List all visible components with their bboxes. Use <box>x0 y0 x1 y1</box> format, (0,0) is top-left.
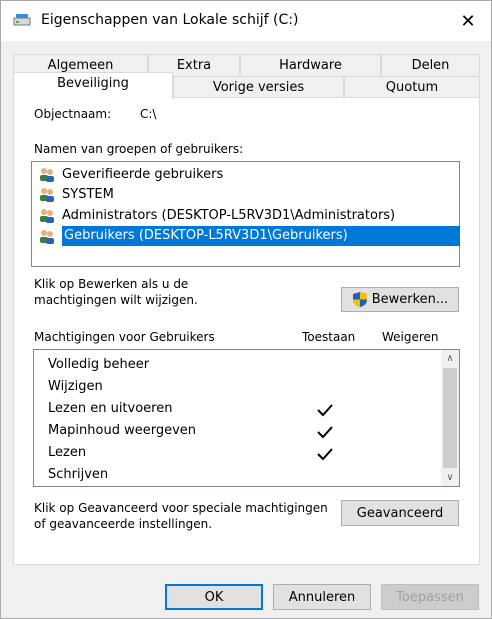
edit-hint-line2: machtigingen wilt wijzigen. <box>34 293 198 307</box>
ok-button[interactable]: OK <box>165 584 263 610</box>
tab-label: Extra <box>176 58 212 73</box>
advanced-button[interactable]: Geavanceerd <box>341 500 459 526</box>
object-name-value: C:\ <box>140 107 157 121</box>
permission-row: Lezen <box>48 442 86 464</box>
tab-label: Vorige versies <box>212 80 305 95</box>
tab-delen[interactable]: Delen <box>381 54 480 75</box>
list-item[interactable]: Geverifieerde gebruikers <box>38 164 223 184</box>
permission-name: Lezen <box>48 445 87 460</box>
properties-dialog: Eigenschappen van Lokale schijf (C:) ✕ A… <box>0 0 492 619</box>
permission-name: Schrijven <box>48 467 109 482</box>
list-item-selected[interactable]: Gebruikers (DESKTOP-L5RV3D1\Gebruikers) <box>38 226 460 246</box>
tab-label: Delen <box>411 58 450 73</box>
group-name: SYSTEM <box>62 186 114 202</box>
group-name: Administrators (DESKTOP-L5RV3D1\Administ… <box>62 207 396 223</box>
permission-name: Volledig beheer <box>48 357 150 372</box>
tab-row-2: Beveiliging Vorige versies Quotum <box>13 72 480 99</box>
apply-button-label: Toepassen <box>396 589 464 605</box>
list-item[interactable]: SYSTEM <box>38 184 114 204</box>
advanced-button-label: Geavanceerd <box>356 505 444 521</box>
edit-button[interactable]: Bewerken... <box>341 287 459 312</box>
tab-label: Hardware <box>279 58 342 73</box>
advanced-hint-line1: Klik op Geavanceerd voor speciale machti… <box>34 501 328 515</box>
title-bar: Eigenschappen van Lokale schijf (C:) ✕ <box>1 1 491 41</box>
permission-row: Lezen en uitvoeren <box>48 398 172 420</box>
edit-button-label: Bewerken... <box>371 292 449 307</box>
check-icon <box>317 404 333 417</box>
users-icon <box>40 168 54 182</box>
window-title: Eigenschappen van Lokale schijf (C:) <box>41 12 299 28</box>
list-item[interactable]: Administrators (DESKTOP-L5RV3D1\Administ… <box>38 205 395 225</box>
cancel-button-label: Annuleren <box>288 589 356 605</box>
advanced-hint-line2: of geavanceerde instellingen. <box>34 517 213 531</box>
close-icon: ✕ <box>460 10 476 32</box>
permission-row: Mapinhoud weergeven <box>48 420 196 442</box>
cancel-button[interactable]: Annuleren <box>273 584 371 610</box>
tab-label: Algemeen <box>47 58 114 73</box>
tab-quotum[interactable]: Quotum <box>344 76 480 97</box>
tab-vorige-versies[interactable]: Vorige versies <box>173 76 344 97</box>
tab-hardware[interactable]: Hardware <box>240 54 381 75</box>
apply-button[interactable]: Toepassen <box>381 584 479 610</box>
tab-label: Quotum <box>385 80 439 95</box>
permission-name: Lezen en uitvoeren <box>48 401 173 416</box>
deny-header: Weigeren <box>382 330 439 344</box>
ok-button-label: OK <box>204 589 224 605</box>
users-icon <box>40 188 54 202</box>
group-name: Geverifieerde gebruikers <box>62 166 224 182</box>
permissions-title: Machtigingen voor Gebruikers <box>34 330 215 344</box>
users-icon <box>40 209 54 223</box>
check-icon <box>317 448 333 461</box>
permission-row: Schrijven <box>48 464 108 486</box>
users-icon <box>40 230 54 244</box>
drive-icon <box>13 14 31 26</box>
close-button[interactable]: ✕ <box>445 1 491 41</box>
permissions-list[interactable]: Volledig beheer Wijzigen Lezen en uitvoe… <box>33 349 460 487</box>
tab-beveiliging[interactable]: Beveiliging <box>13 72 173 99</box>
object-name-label: Objectnaam: <box>34 107 112 121</box>
permission-name: Wijzigen <box>48 379 103 394</box>
scroll-up-icon[interactable]: ∧ <box>441 350 459 367</box>
permission-name: Mapinhoud weergeven <box>48 423 197 438</box>
scroll-thumb[interactable] <box>443 368 457 468</box>
scroll-down-icon[interactable]: ∨ <box>441 469 459 486</box>
group-name: Gebruikers (DESKTOP-L5RV3D1\Gebruikers) <box>62 226 460 246</box>
groups-listbox[interactable]: Geverifieerde gebruikers SYSTEM Administ… <box>31 161 460 267</box>
permission-row: Wijzigen <box>48 376 103 398</box>
tab-label: Beveiliging <box>57 76 129 91</box>
allow-header: Toestaan <box>302 330 356 344</box>
shield-icon <box>352 292 367 307</box>
groups-label: Namen van groepen of gebruikers: <box>34 142 244 156</box>
permissions-scrollbar[interactable]: ∧ ∨ <box>441 350 459 486</box>
check-icon <box>317 426 333 439</box>
permission-row: Volledig beheer <box>48 354 149 376</box>
edit-hint-line1: Klik op Bewerken als u de <box>34 277 189 291</box>
